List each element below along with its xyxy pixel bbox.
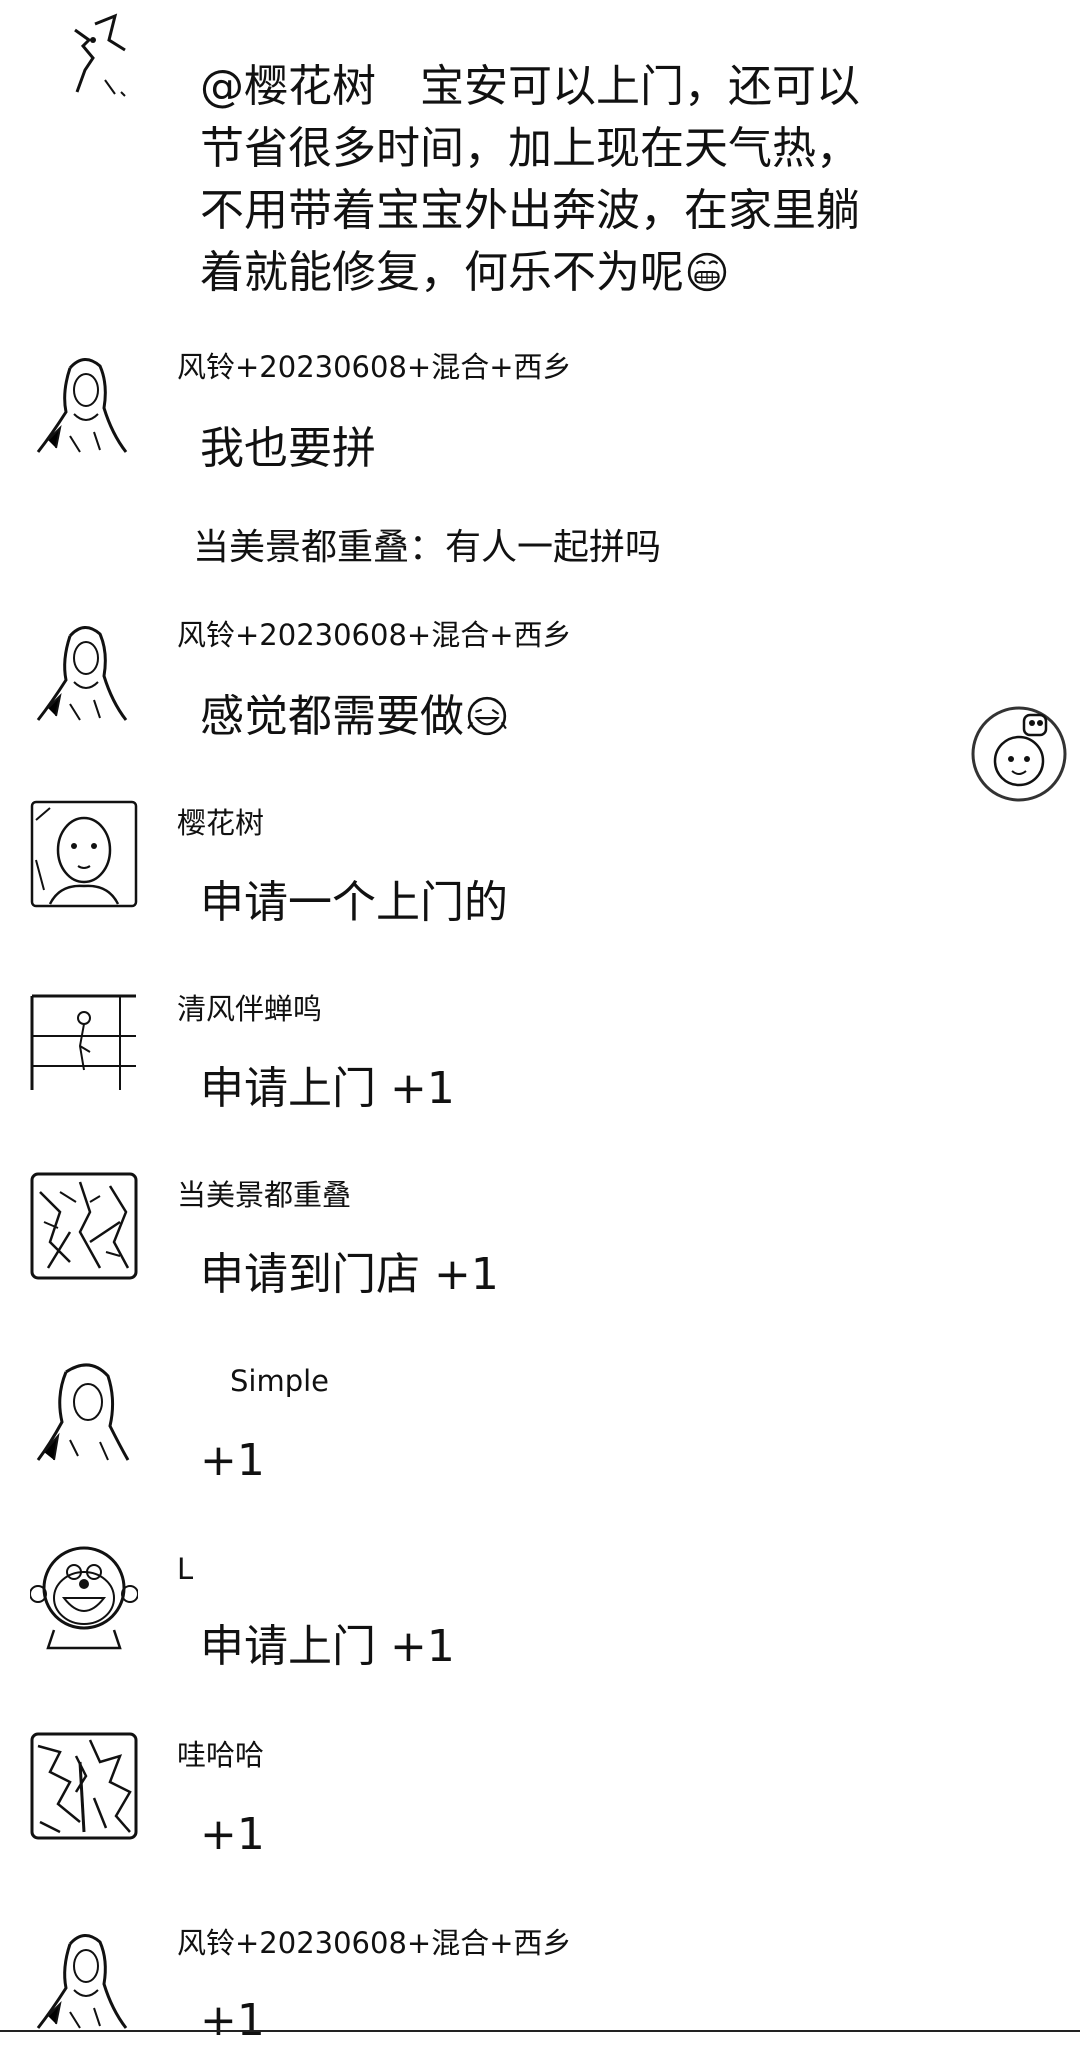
avatar[interactable] (30, 1924, 138, 2032)
message-text-content: 感觉都需要做 (200, 691, 464, 742)
avatar[interactable] (30, 616, 138, 724)
message-text: 申请一个上门的 (200, 877, 508, 928)
sender-name[interactable]: 当美景都重叠 (177, 1178, 351, 1212)
avatar[interactable] (30, 1172, 138, 1280)
message-text: @樱花树 宝安可以上门，还可以 节省很多时间，加上现在天气热， 不用带着宝宝外出… (200, 56, 900, 304)
message-text: 我也要拼 (200, 423, 376, 474)
avatar[interactable] (30, 800, 138, 908)
avatar[interactable] (30, 1356, 138, 1464)
sender-name[interactable]: Simple (230, 1364, 329, 1398)
chat-page: @樱花树 宝安可以上门，还可以 节省很多时间，加上现在天气热， 不用带着宝宝外出… (0, 0, 1080, 2057)
avatar[interactable] (30, 986, 138, 1094)
sender-name[interactable]: 樱花树 (177, 806, 264, 840)
message-line: @樱花树 宝安可以上门，还可以 (200, 61, 860, 112)
message-line: 不用带着宝宝外出奔波，在家里躺 (200, 185, 860, 236)
grinning-face-icon (686, 251, 728, 293)
sender-name[interactable]: 风铃+20230608+混合+西乡 (177, 350, 572, 384)
avatar[interactable] (55, 10, 135, 100)
cartoon-kid-icon[interactable] (968, 703, 1070, 805)
message-text: +1 (200, 1435, 265, 1486)
quoted-message[interactable]: 当美景都重叠：有人一起拼吗 (193, 526, 661, 570)
message-text: +1 (200, 1995, 265, 2046)
sender-name[interactable]: 哇哈哈 (177, 1738, 264, 1772)
message-text: 感觉都需要做 (200, 686, 508, 748)
avatar[interactable] (30, 348, 138, 456)
message-line: 节省很多时间，加上现在天气热， (200, 123, 860, 174)
avatar[interactable] (30, 1732, 138, 1840)
sender-name[interactable]: 风铃+20230608+混合+西乡 (177, 1926, 572, 1960)
message-text: 申请到门店 +1 (200, 1249, 499, 1300)
avatar[interactable] (30, 1542, 138, 1650)
bottom-divider (0, 2030, 1080, 2032)
message-text: 申请上门 +1 (200, 1621, 455, 1672)
message-line: 着就能修复，何乐不为呢 (200, 242, 900, 304)
sender-name[interactable]: 风铃+20230608+混合+西乡 (177, 618, 572, 652)
laughing-face-icon (466, 695, 508, 737)
message-text: 申请上门 +1 (200, 1063, 455, 1114)
message-text: +1 (200, 1809, 265, 1860)
sender-name[interactable]: 清风伴蝉鸣 (177, 992, 322, 1026)
message-line-text: 着就能修复，何乐不为呢 (200, 247, 684, 298)
sender-name[interactable]: L (177, 1552, 193, 1586)
